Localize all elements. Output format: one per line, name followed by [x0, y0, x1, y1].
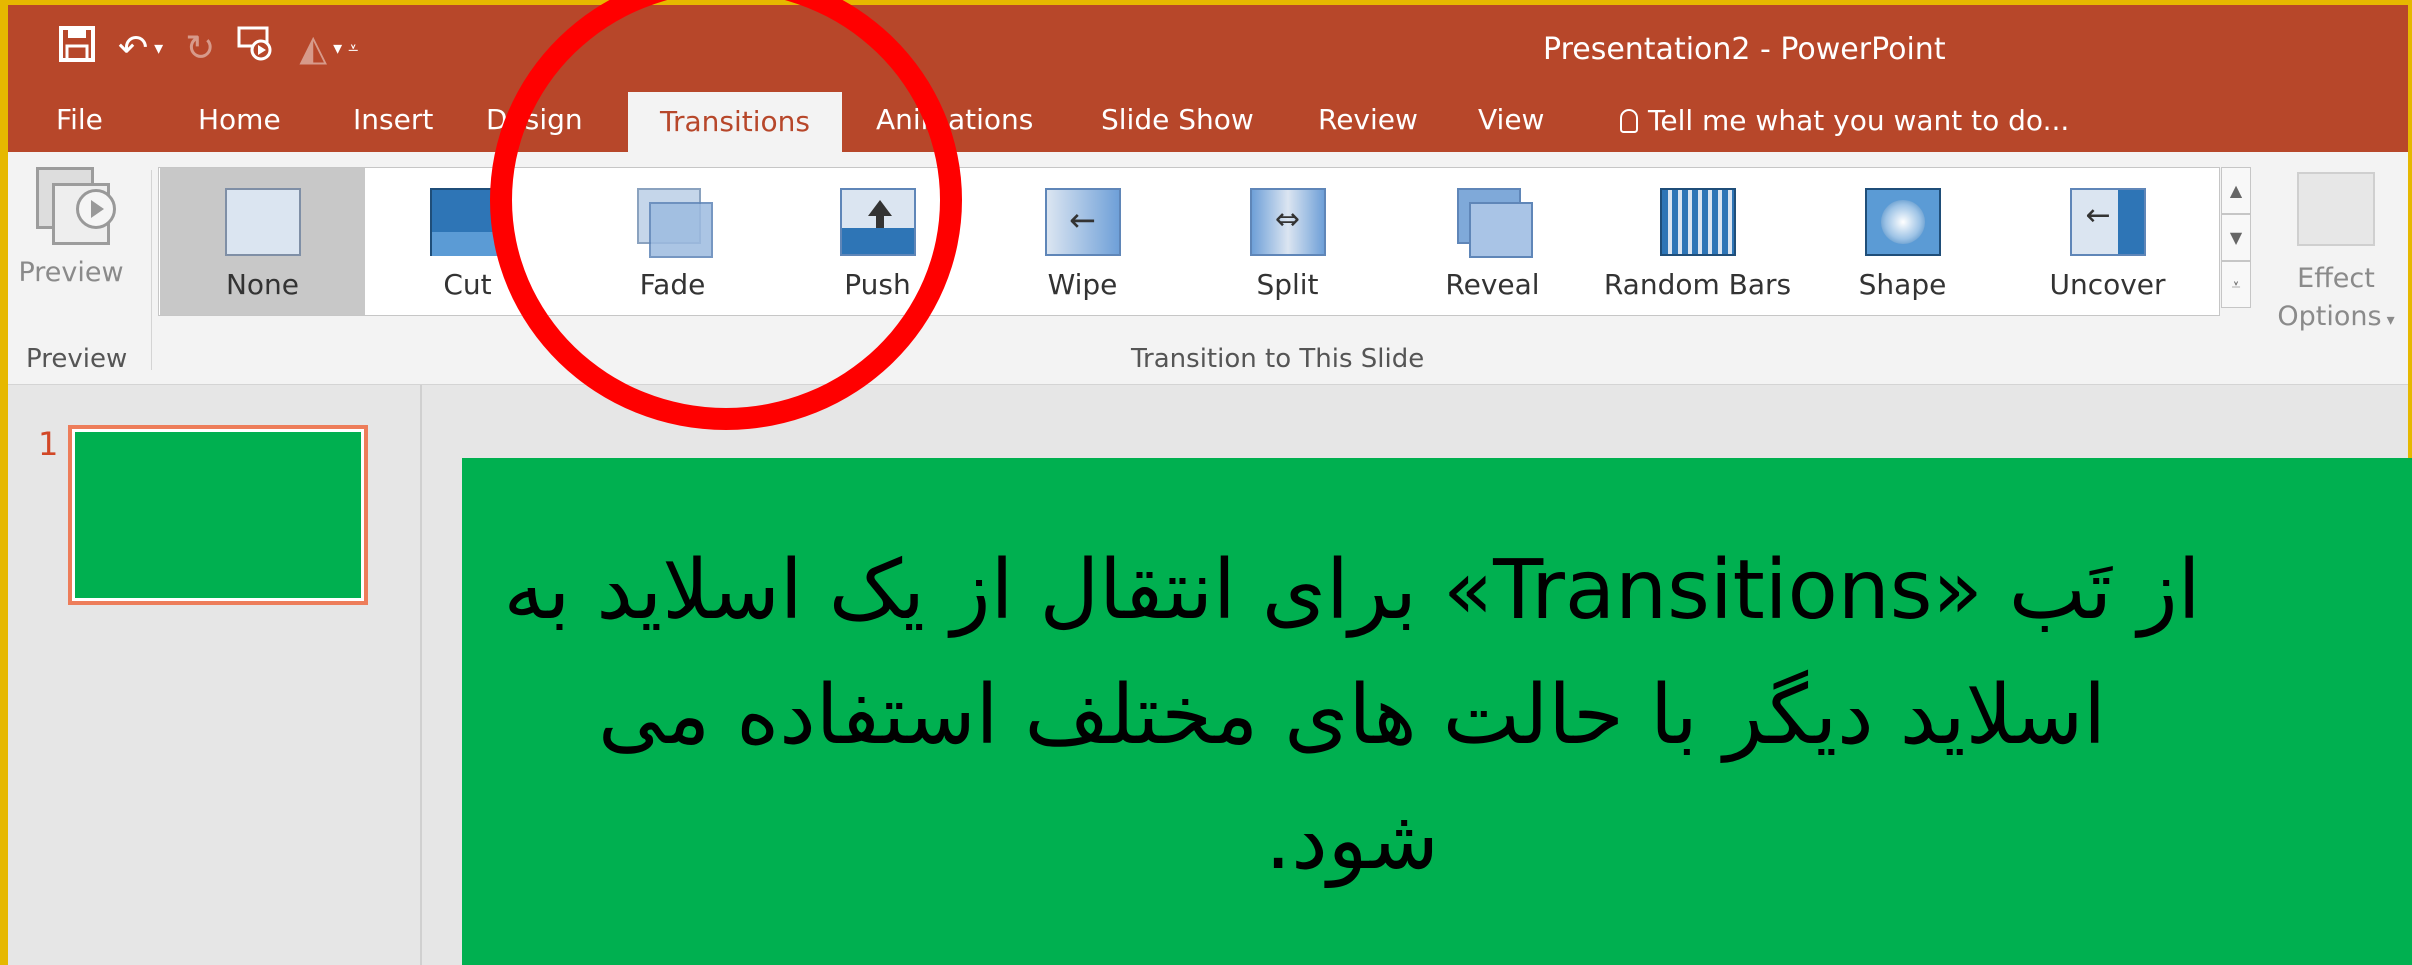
- transition-none[interactable]: None: [160, 168, 365, 315]
- split-transition-icon: ⇔: [1249, 188, 1326, 256]
- push-transition-icon: [839, 188, 916, 256]
- transition-uncover[interactable]: ← Uncover: [2005, 168, 2210, 315]
- tab-animations[interactable]: Animations: [876, 90, 1033, 152]
- shapes-icon[interactable]: ◭: [299, 28, 327, 69]
- reveal-transition-icon: [1455, 188, 1533, 258]
- transition-random-bars[interactable]: Random Bars: [1595, 168, 1800, 315]
- wipe-transition-icon: ←: [1044, 188, 1121, 256]
- transition-wipe[interactable]: ← Wipe: [980, 168, 1185, 315]
- tab-transitions[interactable]: Transitions: [628, 92, 842, 152]
- effect-options-icon: [2297, 172, 2375, 246]
- slides-panel: 1: [8, 385, 422, 965]
- gallery-more-icon[interactable]: ⩡: [2221, 261, 2251, 308]
- tab-file[interactable]: File: [56, 90, 103, 152]
- ribbon-tabs: File Home Insert Design Transitions Anim…: [8, 90, 2408, 152]
- shapes-dropdown-icon[interactable]: ▾: [333, 38, 342, 59]
- random-bars-transition-icon: [1659, 188, 1736, 256]
- lightbulb-icon: [1620, 109, 1638, 133]
- tab-insert[interactable]: Insert: [353, 90, 433, 152]
- slide-thumbnail[interactable]: [68, 425, 368, 605]
- start-from-beginning-icon[interactable]: [237, 26, 277, 71]
- uncover-transition-icon: ←: [2069, 188, 2146, 256]
- preview-icon: [36, 167, 116, 245]
- chevron-down-icon: ▾: [2381, 310, 2395, 329]
- transition-cut-label: Cut: [443, 268, 492, 301]
- preview-button[interactable]: Preview: [16, 167, 126, 327]
- transition-push[interactable]: Push: [775, 168, 980, 315]
- slide-canvas[interactable]: از تَب «Transitions» برای انتقال از یک ا…: [462, 458, 2412, 965]
- tell-me-box[interactable]: Tell me what you want to do...: [1620, 90, 2069, 152]
- quick-access-toolbar: ↶ ▾ ↻ ◭ ▾ ⩡: [58, 23, 358, 73]
- effect-options-line1: Effect: [2297, 263, 2375, 294]
- transition-cut[interactable]: Cut: [365, 168, 570, 315]
- transition-fade[interactable]: Fade: [570, 168, 775, 315]
- shape-transition-icon: [1864, 188, 1941, 256]
- undo-dropdown-icon[interactable]: ▾: [154, 38, 163, 59]
- group-separator: [151, 170, 152, 370]
- tab-view[interactable]: View: [1478, 90, 1544, 152]
- preview-button-label: Preview: [18, 257, 124, 288]
- tell-me-label: Tell me what you want to do...: [1648, 104, 2070, 137]
- transition-split-label: Split: [1256, 268, 1319, 301]
- transition-none-label: None: [225, 268, 300, 301]
- tab-review[interactable]: Review: [1318, 90, 1418, 152]
- gallery-scroll-up-icon[interactable]: ▲: [2221, 167, 2251, 214]
- transition-uncover-label: Uncover: [2049, 268, 2166, 301]
- none-transition-icon: [224, 188, 301, 256]
- transition-reveal[interactable]: Reveal: [1390, 168, 1595, 315]
- transitions-gallery: None Cut Fade Push ← Wipe ⇔ Split Reveal…: [158, 167, 2220, 316]
- transition-shape[interactable]: Shape: [1800, 168, 2005, 315]
- transitions-group-label: Transition to This Slide: [1131, 344, 1425, 374]
- cut-transition-icon: [429, 188, 506, 256]
- fade-transition-icon: [635, 188, 713, 258]
- preview-group-label: Preview: [26, 344, 128, 374]
- transition-fade-label: Fade: [639, 268, 706, 301]
- tab-slide-show[interactable]: Slide Show: [1101, 90, 1254, 152]
- tab-design[interactable]: Design: [486, 90, 583, 152]
- ribbon: Preview Preview None Cut Fade Push ← Wip…: [8, 152, 2408, 385]
- transition-push-label: Push: [844, 268, 911, 301]
- customize-qat-icon[interactable]: ⩡: [348, 38, 358, 59]
- transition-split[interactable]: ⇔ Split: [1185, 168, 1390, 315]
- effect-options-button[interactable]: Effect Options ▾: [2276, 172, 2396, 339]
- transition-wipe-label: Wipe: [1047, 268, 1118, 301]
- transition-random-bars-label: Random Bars: [1603, 268, 1792, 301]
- tab-home[interactable]: Home: [198, 90, 281, 152]
- effect-options-line2: Options: [2277, 301, 2382, 332]
- window-title: Presentation2 - PowerPoint: [1543, 32, 1946, 67]
- gallery-scroll: ▲ ▼ ⩡: [2221, 167, 2251, 314]
- slide-number: 1: [38, 425, 59, 463]
- undo-icon[interactable]: ↶: [118, 28, 148, 69]
- redo-icon[interactable]: ↻: [185, 28, 215, 69]
- slide-text[interactable]: از تَب «Transitions» برای انتقال از یک ا…: [502, 528, 2202, 903]
- gallery-scroll-down-icon[interactable]: ▼: [2221, 214, 2251, 261]
- save-icon[interactable]: [58, 25, 96, 72]
- title-bar: ↶ ▾ ↻ ◭ ▾ ⩡ Presentation2 - PowerPoint: [8, 5, 2408, 90]
- transition-reveal-label: Reveal: [1445, 268, 1540, 301]
- transition-shape-label: Shape: [1858, 268, 1947, 301]
